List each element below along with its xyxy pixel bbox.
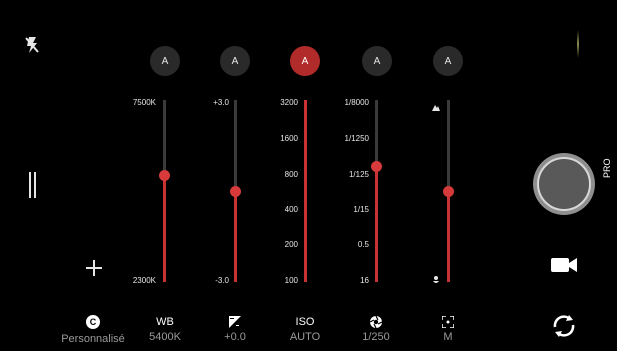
wb-slider-fill [163,175,166,282]
iso-slider-fill [304,100,307,282]
wb-slider-knob[interactable] [159,170,170,181]
iso-tick: 1600 [280,134,298,143]
bottom-item-exposure[interactable]: +0.0 [200,315,270,343]
wb-title: WB [156,316,174,328]
shutter-tick: 1/125 [348,170,369,179]
focus-far-icon [431,99,441,111]
bottom-item-focus[interactable]: M [413,315,483,343]
bottom-item-custom[interactable]: C Personnalisé [58,315,128,345]
shutter-tick: 1/8000 [344,98,369,107]
iso-title: ISO [295,316,315,328]
focus-slider-knob[interactable] [443,186,454,197]
wb-max-label: 7500K [132,98,156,107]
iso-tick: 100 [284,276,298,285]
shutter-slider[interactable] [371,100,382,282]
iso-value: AUTO [289,331,321,343]
shutter-tick: 16 [360,276,369,285]
wb-value: 5400K [149,331,181,343]
viewfinder-corner-icon [572,30,580,58]
iso-tick: 400 [284,205,298,214]
bottom-item-wb[interactable]: WB 5400K [130,316,200,343]
shutter-tick: 1/1250 [344,134,369,143]
focus-value: M [443,331,453,343]
focus-icon [441,315,455,329]
menu-handle-icon[interactable] [29,172,37,198]
iso-tick: 3200 [280,98,298,107]
wb-slider[interactable] [159,100,170,282]
auto-label: A [444,55,452,67]
mode-label: PRO [602,158,612,178]
shutter-slider-knob[interactable] [371,161,382,172]
exposure-icon [229,315,241,328]
shutter-speed-icon [369,315,383,329]
shutter-button[interactable] [533,153,595,215]
auto-button-iso[interactable]: A [290,46,320,76]
flash-off-icon[interactable] [24,36,40,54]
switch-camera-icon[interactable] [551,314,577,338]
focus-slider-fill [447,191,450,282]
auto-button-focus[interactable]: A [433,46,463,76]
exposure-value: +0.0 [224,331,246,343]
auto-label: A [161,55,169,67]
shutter-value: 1/250 [362,331,390,343]
wb-min-label: 2300K [132,276,156,285]
auto-button-wb[interactable]: A [150,46,180,76]
auto-button-shutter[interactable]: A [362,46,392,76]
shutter-button-inner [537,157,591,211]
ev-max-label: +3.0 [213,98,229,107]
custom-value: Personnalisé [61,333,125,345]
auto-label: A [301,55,309,67]
video-camera-icon[interactable] [551,257,577,273]
ev-min-label: -3.0 [215,276,229,285]
iso-tick: 200 [284,240,298,249]
shutter-slider-fill [375,166,378,282]
custom-c-text: C [89,317,97,327]
focus-near-icon [432,272,440,283]
iso-slider[interactable] [304,100,307,282]
iso-tick: 800 [284,170,298,179]
custom-c-icon: C [86,315,100,329]
shutter-tick: 0.5 [357,240,369,249]
shutter-tick: 1/15 [353,205,369,214]
ev-slider-knob[interactable] [230,186,241,197]
focus-slider[interactable] [443,100,454,282]
ev-slider-fill [234,191,237,282]
ev-slider[interactable] [230,100,241,282]
bottom-item-iso[interactable]: ISO AUTO [270,316,340,343]
add-icon[interactable] [86,260,102,276]
bottom-item-shutter[interactable]: 1/250 [341,315,411,343]
auto-label: A [231,55,239,67]
auto-button-ev[interactable]: A [220,46,250,76]
auto-label: A [373,55,381,67]
camera-pro-screen: A A A A A 7500K 2300K +3.0 -3.0 3200 160… [0,0,617,351]
